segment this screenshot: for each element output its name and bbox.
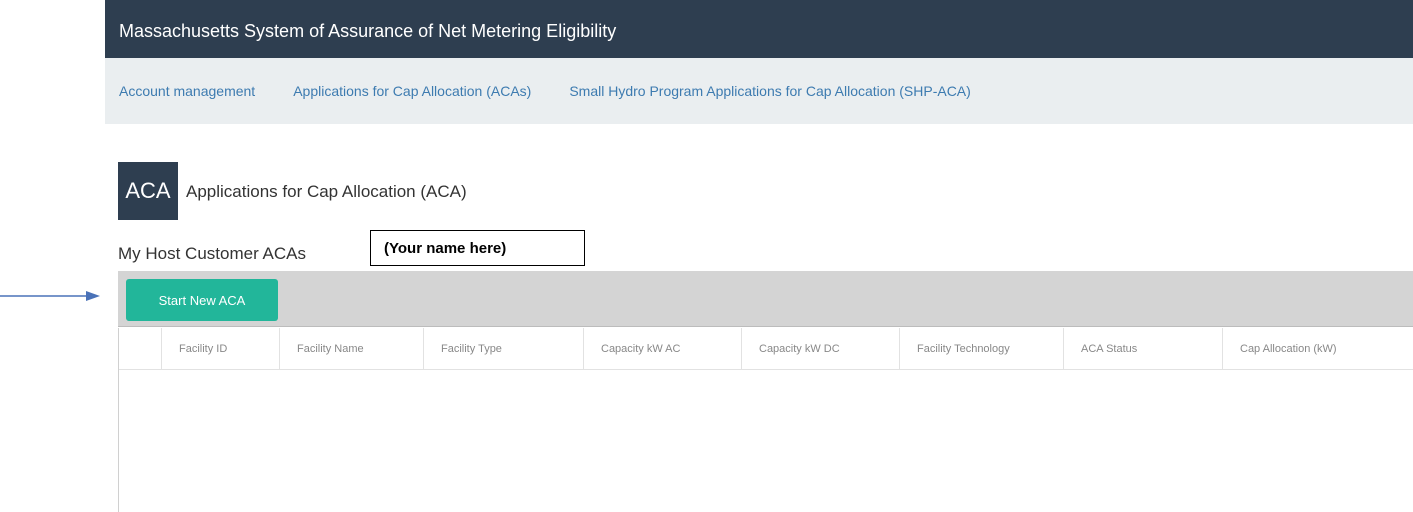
right-arrow-icon <box>0 291 100 301</box>
column-header-facility-name[interactable]: Facility Name <box>279 328 423 370</box>
column-header-capacity-dc[interactable]: Capacity kW DC <box>741 328 899 370</box>
page-title: Applications for Cap Allocation (ACA) <box>186 182 467 201</box>
aca-grid: Facility ID Facility Name Facility Type … <box>118 328 1413 512</box>
app-header: Massachusetts System of Assurance of Net… <box>105 0 1413 58</box>
grid-header-row: Facility ID Facility Name Facility Type … <box>119 328 1413 370</box>
name-callout-box: (Your name here) <box>370 230 585 266</box>
column-header-capacity-ac[interactable]: Capacity kW AC <box>583 328 741 370</box>
column-header-cap-allocation[interactable]: Cap Allocation (kW) <box>1222 328 1413 370</box>
nav-shp-aca[interactable]: Small Hydro Program Applications for Cap… <box>569 83 971 99</box>
column-header-facility-type[interactable]: Facility Type <box>423 328 583 370</box>
app-title: Massachusetts System of Assurance of Net… <box>119 21 617 41</box>
nav-acas[interactable]: Applications for Cap Allocation (ACAs) <box>293 83 531 99</box>
nav-account-management[interactable]: Account management <box>119 83 255 99</box>
column-header-select[interactable] <box>119 328 161 370</box>
name-placeholder: (Your name here) <box>384 239 507 257</box>
start-new-aca-button[interactable]: Start New ACA <box>126 279 278 321</box>
aca-badge-icon: ACA <box>118 162 178 220</box>
section-subheading: My Host Customer ACAs <box>118 244 306 263</box>
column-header-facility-technology[interactable]: Facility Technology <box>899 328 1063 370</box>
column-header-aca-status[interactable]: ACA Status <box>1063 328 1222 370</box>
column-header-facility-id[interactable]: Facility ID <box>161 328 279 370</box>
grid-toolbar: Start New ACA <box>118 271 1413 327</box>
main-nav: Account management Applications for Cap … <box>105 58 1413 124</box>
